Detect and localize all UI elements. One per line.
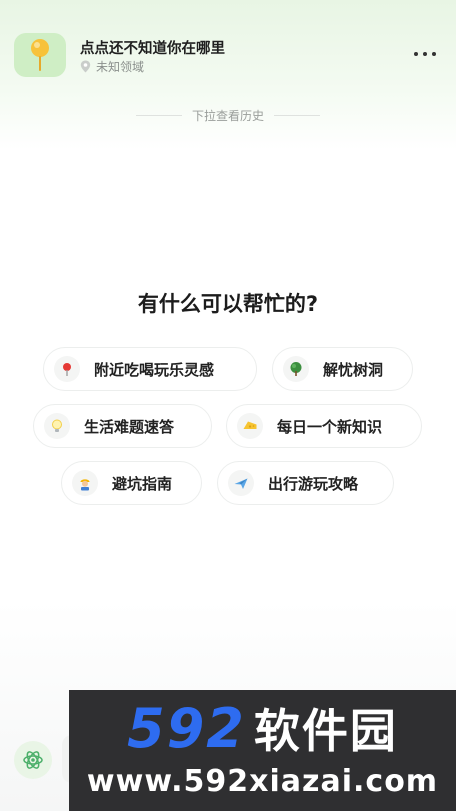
location-icon bbox=[80, 60, 91, 73]
location-text: 未知领域 bbox=[96, 60, 145, 74]
suggestion-label: 避坑指南 bbox=[112, 474, 173, 493]
atom-icon bbox=[23, 751, 43, 769]
suggestion-chip-nearby[interactable]: 附近吃喝玩乐灵感 bbox=[43, 347, 257, 391]
suggestion-chip-life-answers[interactable]: 生活难题速答 bbox=[33, 404, 212, 448]
history-hint[interactable]: 下拉查看历史 bbox=[136, 106, 321, 124]
location-row[interactable]: 未知领域 bbox=[80, 58, 144, 75]
more-button[interactable] bbox=[410, 44, 440, 64]
history-hint-text: 下拉查看历史 bbox=[192, 108, 265, 123]
main-heading: 有什么可以帮忙的? bbox=[137, 292, 319, 316]
watermark: 592 软件园 www.592xiazai.com bbox=[69, 690, 456, 811]
suggestion-chip-treehole[interactable]: 解忧树洞 bbox=[272, 347, 413, 391]
suggestion-label: 每日一个新知识 bbox=[277, 417, 383, 436]
suggestion-label: 附近吃喝玩乐灵感 bbox=[94, 360, 215, 379]
suggestion-label: 生活难题速答 bbox=[84, 417, 175, 436]
divider bbox=[274, 114, 321, 116]
page-title: 点点还不知道你在哪里 bbox=[80, 41, 225, 57]
tree-icon bbox=[283, 356, 309, 382]
watermark-url: www.592xiazai.com bbox=[86, 764, 439, 799]
watermark-number: 592 bbox=[127, 696, 246, 760]
worker-icon bbox=[72, 470, 98, 496]
suggestion-label: 解忧树洞 bbox=[323, 360, 384, 379]
pin-icon bbox=[54, 356, 80, 382]
assistant-button[interactable] bbox=[14, 741, 52, 779]
suggestion-chip-pitfall-guide[interactable]: 避坑指南 bbox=[61, 461, 202, 505]
more-icon bbox=[414, 52, 418, 56]
cheese-icon bbox=[237, 413, 263, 439]
suggestion-chip-daily-knowledge[interactable]: 每日一个新知识 bbox=[226, 404, 422, 448]
watermark-brand: 软件园 bbox=[253, 704, 398, 758]
header: 点点还不知道你在哪里 未知领域 bbox=[0, 0, 456, 100]
divider bbox=[136, 114, 182, 116]
suggestion-chip-travel-guide[interactable]: 出行游玩攻略 bbox=[217, 461, 394, 505]
suggestion-label: 出行游玩攻略 bbox=[268, 474, 359, 493]
balloon-pin-icon bbox=[31, 39, 49, 71]
lightbulb-icon bbox=[44, 413, 70, 439]
avatar[interactable] bbox=[14, 33, 66, 77]
airplane-icon bbox=[228, 470, 254, 496]
